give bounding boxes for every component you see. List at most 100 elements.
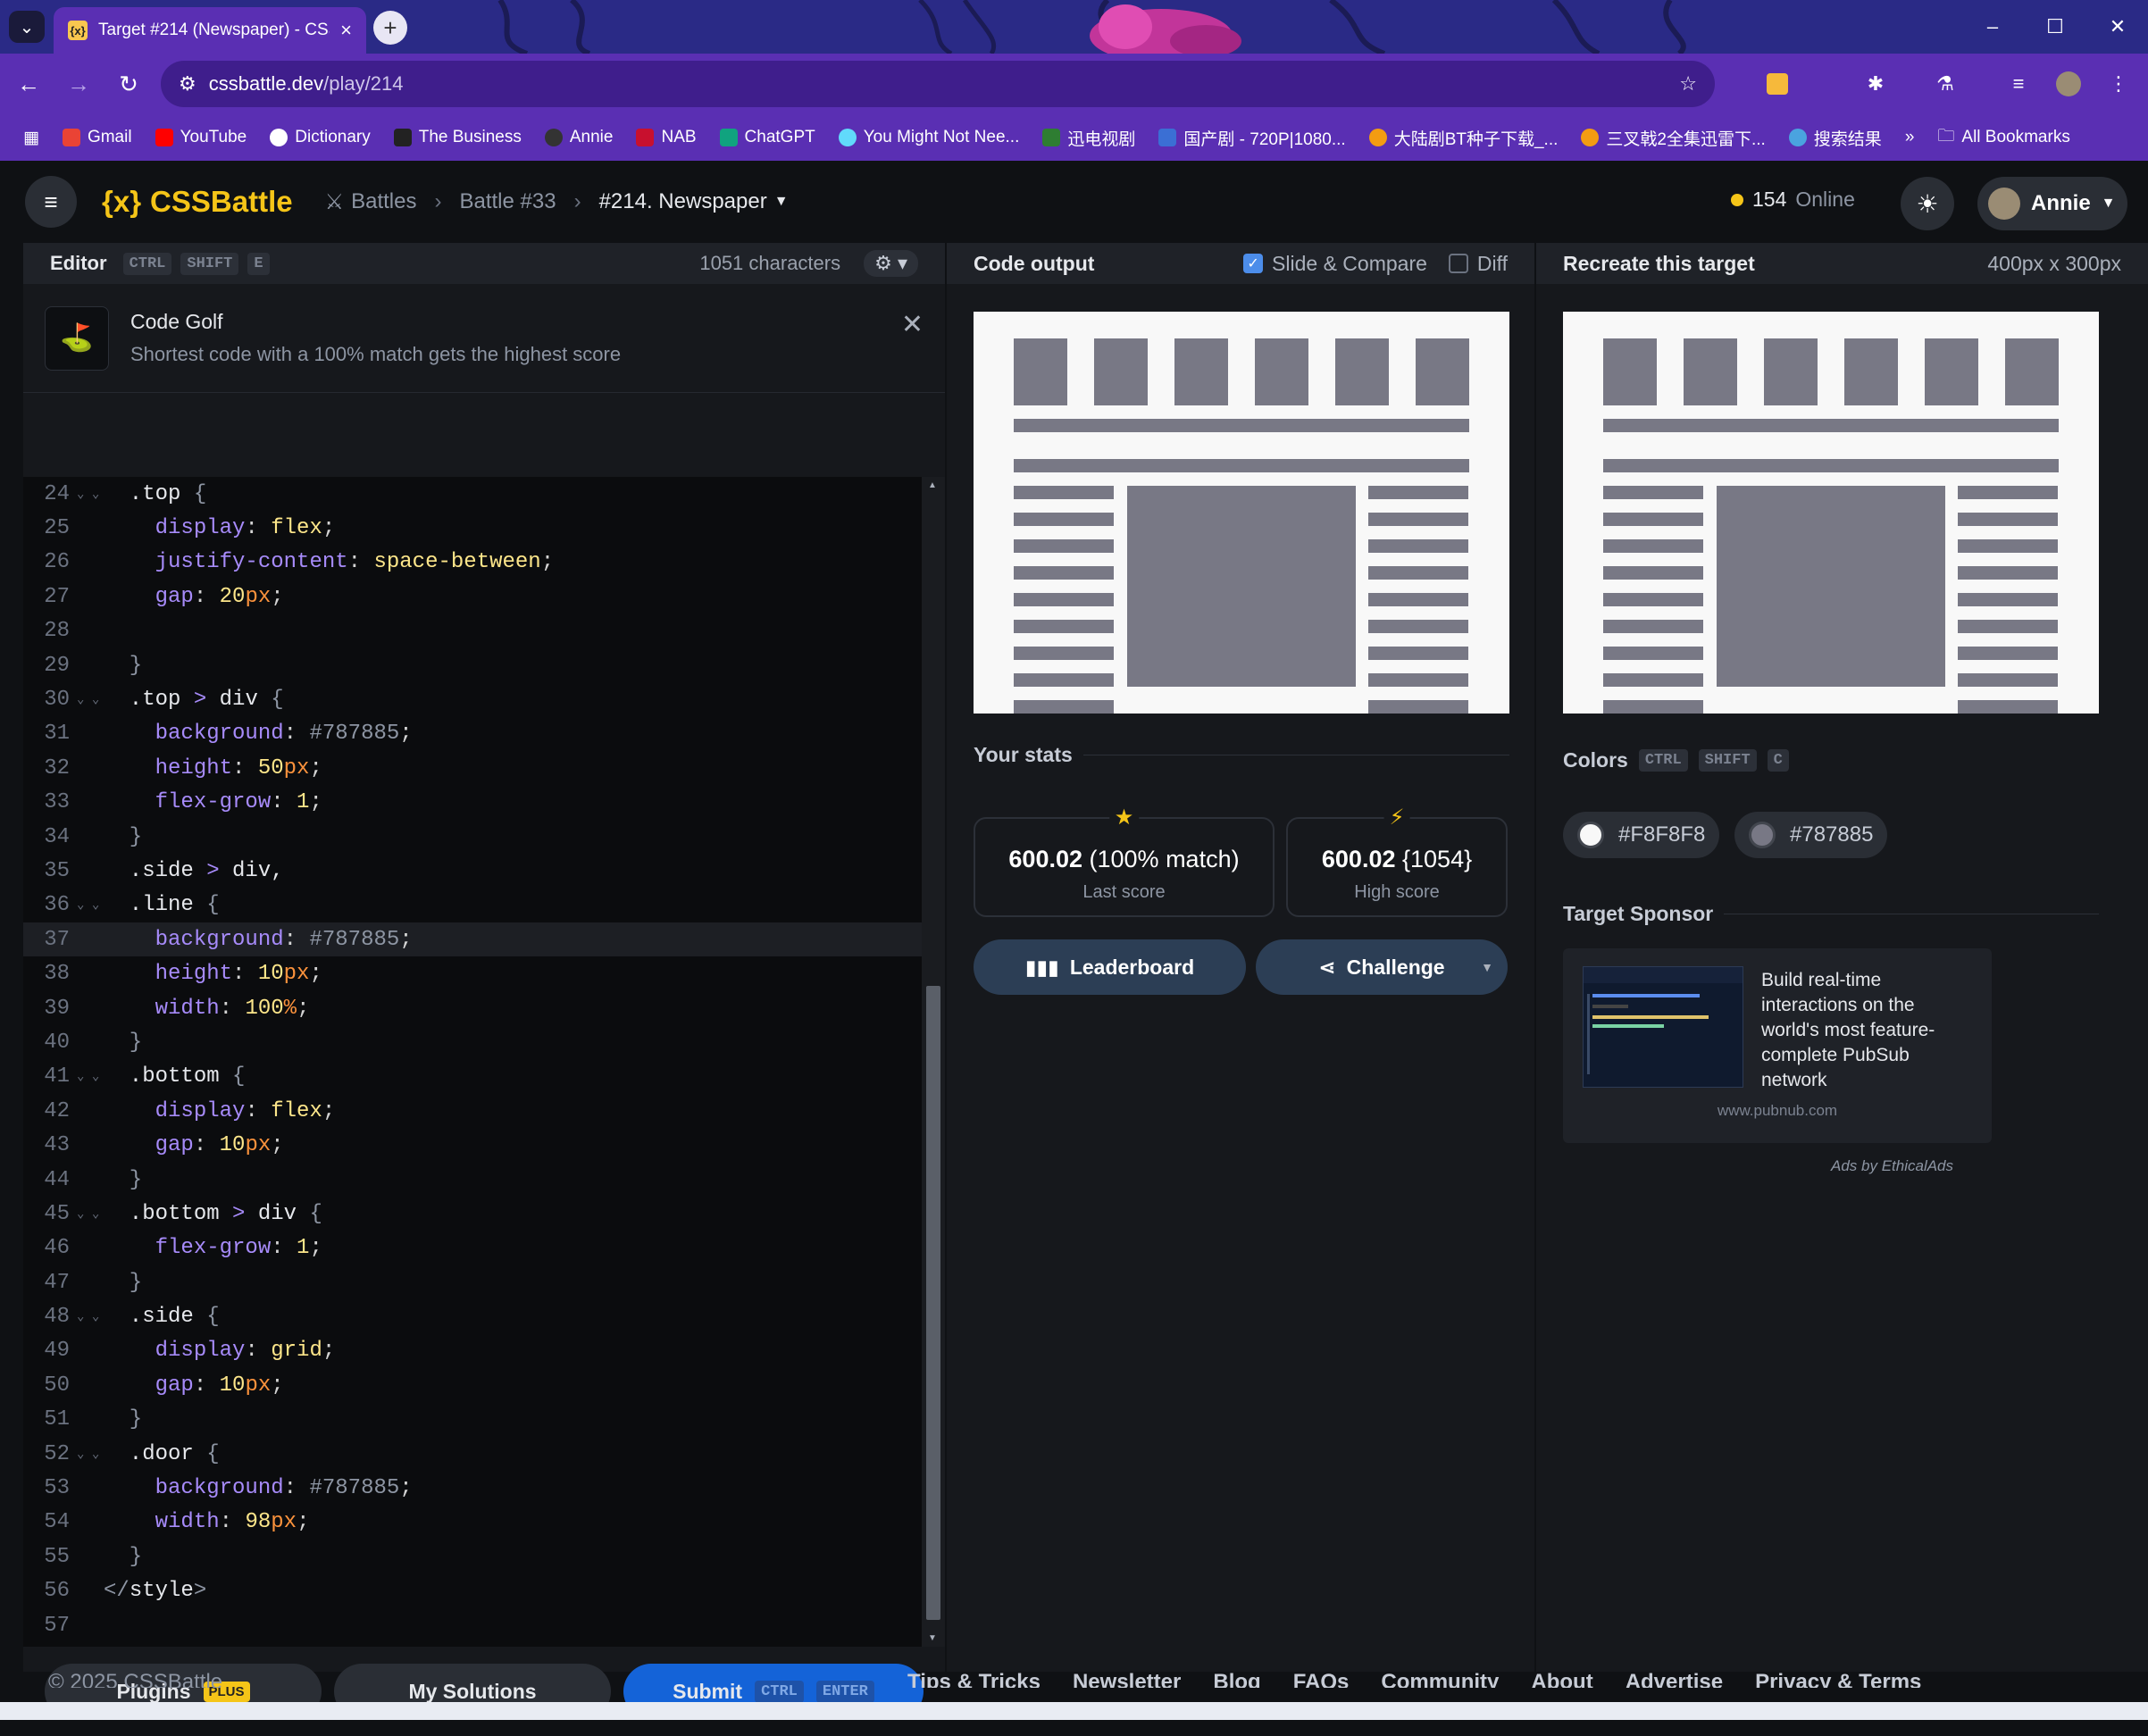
scrollbar-thumb[interactable]	[926, 986, 940, 1620]
code-line[interactable]: 39 width: 100%;	[23, 991, 922, 1025]
fold-chevron-icon[interactable]: ⌄ ⌄	[70, 1447, 104, 1462]
tab-list-button[interactable]: ⌄	[9, 11, 45, 43]
fold-chevron-icon[interactable]: ⌄ ⌄	[70, 897, 104, 913]
footer-link[interactable]: About	[1531, 1670, 1592, 1688]
address-bar[interactable]: ⚙ cssbattle.dev/play/214 ☆	[161, 61, 1715, 107]
code-line[interactable]: 49 display: grid;	[23, 1334, 922, 1368]
fold-chevron-icon[interactable]: ⌄ ⌄	[70, 1309, 104, 1324]
close-window-button[interactable]: ✕	[2086, 0, 2148, 54]
bookmark-tv[interactable]: 迅电视剧	[1042, 126, 1135, 150]
sponsor-ad[interactable]: Build real-time interactions on the worl…	[1563, 948, 1992, 1143]
footer-link[interactable]: Privacy & Terms	[1755, 1670, 1921, 1688]
extension-icon[interactable]	[1759, 66, 1795, 102]
checkbox-icon[interactable]	[1448, 254, 1468, 273]
forward-icon[interactable]: →	[57, 63, 100, 105]
color-swatch-gray[interactable]: #787885	[1734, 812, 1888, 858]
scroll-down-icon[interactable]: ▼	[928, 1633, 937, 1643]
code-line[interactable]: 31 background: #787885;	[23, 717, 922, 751]
code-line[interactable]: 35 .side > div,	[23, 854, 922, 888]
ads-by-ethicalads[interactable]: Ads by EthicalAds	[1831, 1157, 1953, 1175]
diff-toggle[interactable]: Diff	[1448, 252, 1508, 276]
checkbox-checked-icon[interactable]: ✓	[1243, 254, 1264, 273]
bookmark-gmail[interactable]: Gmail	[62, 128, 132, 147]
code-line[interactable]: 54 width: 98px;	[23, 1506, 922, 1540]
media-control-icon[interactable]: ≡	[2001, 66, 2036, 102]
hamburger-menu-button[interactable]: ≡	[25, 176, 77, 228]
extensions-puzzle-icon[interactable]: ✱	[1858, 66, 1893, 102]
code-line[interactable]: 43 gap: 10px;	[23, 1128, 922, 1162]
code-line[interactable]: 44 }	[23, 1163, 922, 1197]
editor-scrollbar[interactable]: ▲ ▼	[922, 477, 945, 1647]
minimize-button[interactable]: –	[1961, 0, 2024, 54]
fold-chevron-icon[interactable]: ⌄ ⌄	[70, 1206, 104, 1222]
code-line[interactable]: 57	[23, 1608, 922, 1642]
slide-compare-toggle[interactable]: ✓ Slide & Compare	[1243, 252, 1427, 276]
bookmark-bt[interactable]: 大陆剧BT种子下载_...	[1368, 126, 1558, 150]
code-output-preview[interactable]	[974, 312, 1509, 714]
bookmark-business[interactable]: The Business	[393, 128, 522, 147]
labs-flask-icon[interactable]: ⚗	[1927, 66, 1963, 102]
code-line[interactable]: 24 ⌄ ⌄ .top {	[23, 477, 922, 511]
code-line[interactable]: 41 ⌄ ⌄ .bottom {	[23, 1060, 922, 1094]
code-line[interactable]: 45 ⌄ ⌄ .bottom > div {	[23, 1197, 922, 1231]
breadcrumb-battles[interactable]: ⚔ Battles	[325, 189, 417, 215]
footer-link[interactable]: Tips & Tricks	[907, 1670, 1041, 1688]
footer-link[interactable]: Blog	[1213, 1670, 1260, 1688]
color-swatch-light[interactable]: #F8F8F8	[1563, 812, 1720, 858]
breadcrumb-target[interactable]: #214. Newspaper ▼	[599, 189, 789, 214]
bookmark-chatgpt[interactable]: ChatGPT	[719, 128, 815, 147]
bookmark-youtube[interactable]: YouTube	[155, 128, 247, 147]
maximize-button[interactable]: ☐	[2024, 0, 2086, 54]
fold-chevron-icon[interactable]: ⌄ ⌄	[70, 1069, 104, 1084]
code-line[interactable]: 46 flex-grow: 1;	[23, 1231, 922, 1265]
breadcrumb-battle[interactable]: Battle #33	[459, 189, 556, 214]
code-line[interactable]: 48 ⌄ ⌄ .side {	[23, 1299, 922, 1333]
code-line[interactable]: 27 gap: 20px;	[23, 580, 922, 613]
bookmark-search[interactable]: 搜索结果	[1788, 126, 1882, 150]
footer-link[interactable]: Community	[1381, 1670, 1499, 1688]
bookmark-drama[interactable]: 国产剧 - 720P|1080...	[1158, 126, 1346, 150]
code-line[interactable]: 30 ⌄ ⌄ .top > div {	[23, 682, 922, 716]
profile-avatar-icon[interactable]	[2051, 66, 2086, 102]
code-line[interactable]: 51 }	[23, 1403, 922, 1437]
more-bookmarks-icon[interactable]: »	[1905, 128, 1915, 147]
leaderboard-button[interactable]: ▮▮▮ Leaderboard	[974, 939, 1246, 995]
bookmark-trident[interactable]: 三叉戟2全集迅雷下...	[1581, 126, 1766, 150]
footer-link[interactable]: Newsletter	[1073, 1670, 1181, 1688]
code-line[interactable]: 52 ⌄ ⌄ .door {	[23, 1437, 922, 1471]
back-icon[interactable]: ←	[7, 63, 50, 105]
active-tab[interactable]: {x} Target #214 (Newspaper) - CSSBattle …	[54, 7, 366, 54]
footer-link[interactable]: FAQs	[1293, 1670, 1350, 1688]
cssbattle-logo[interactable]: {x} CSSBattle	[102, 185, 293, 219]
code-line[interactable]: 50 gap: 10px;	[23, 1368, 922, 1402]
bookmark-dictionary[interactable]: Dictionary	[270, 128, 371, 147]
bookmark-ymnn[interactable]: You Might Not Nee...	[838, 128, 1019, 147]
code-line[interactable]: 47 }	[23, 1265, 922, 1299]
all-bookmarks[interactable]: 🗀 All Bookmarks	[1937, 123, 2069, 152]
code-line[interactable]: 38 height: 10px;	[23, 956, 922, 990]
new-tab-button[interactable]: +	[373, 11, 407, 45]
code-editor[interactable]: 24 ⌄ ⌄ .top {25 display: flex; 26 justify-…	[23, 477, 922, 1647]
bookmark-star-icon[interactable]: ☆	[1679, 72, 1697, 96]
code-line[interactable]: 28	[23, 614, 922, 648]
code-line[interactable]: 55 }	[23, 1540, 922, 1573]
bookmark-annie[interactable]: Annie	[544, 128, 613, 147]
scroll-up-icon[interactable]: ▲	[928, 480, 937, 490]
code-line[interactable]: 29 }	[23, 648, 922, 682]
fold-chevron-icon[interactable]: ⌄ ⌄	[70, 692, 104, 707]
code-line[interactable]: 36 ⌄ ⌄ .line {	[23, 889, 922, 922]
code-line[interactable]: 53 background: #787885;	[23, 1471, 922, 1505]
reload-icon[interactable]: ↻	[107, 63, 150, 105]
caret-down-icon[interactable]: ▼	[1481, 960, 1493, 974]
close-tab-icon[interactable]: ×	[340, 19, 352, 42]
close-icon[interactable]: ✕	[901, 309, 924, 340]
user-menu-button[interactable]: Annie ▼	[1977, 177, 2127, 230]
browser-menu-icon[interactable]: ⋮	[2101, 66, 2136, 102]
code-line[interactable]: 40 }	[23, 1025, 922, 1059]
challenge-button[interactable]: ⋖ Challenge ▼	[1256, 939, 1508, 995]
editor-settings-gear-icon[interactable]: ⚙ ▾	[864, 250, 918, 277]
code-line[interactable]: 56 </style>	[23, 1574, 922, 1608]
footer-link[interactable]: Advertise	[1626, 1670, 1723, 1688]
code-line[interactable]: 25 display: flex;	[23, 511, 922, 545]
code-line[interactable]: 26 justify-content: space-between;	[23, 546, 922, 580]
